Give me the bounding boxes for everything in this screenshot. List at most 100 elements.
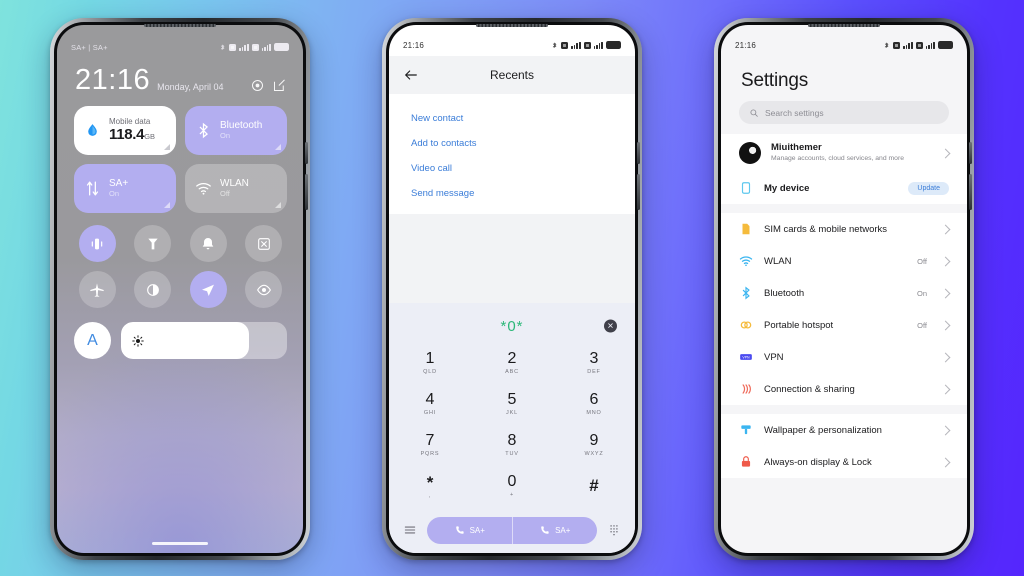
toggle-ringer[interactable]: [189, 225, 227, 262]
lock-icon: [741, 456, 751, 467]
key-1[interactable]: 1 QLD: [389, 343, 471, 384]
key-7[interactable]: 7 PQRS: [389, 425, 471, 466]
volume-button[interactable]: [305, 174, 308, 210]
row-connection-sharing-label: Connection & sharing: [764, 383, 855, 395]
row-my-device-label: My device: [764, 182, 810, 194]
airplane-icon: [90, 282, 104, 297]
row-portable-hotspot[interactable]: Portable hotspot Off: [721, 309, 967, 341]
clock-date: Monday, April 04: [157, 82, 224, 92]
dialpad-panel: *0* ✕ 1 QLD 2 ABC 3 DEF 4 GHI 5 JKL 6 MNO 7 PQR…: [389, 303, 635, 553]
key-8[interactable]: 8 TUV: [471, 425, 553, 466]
account-row[interactable]: Miuithemer Manage accounts, cloud servic…: [721, 134, 967, 172]
device-icon: [741, 182, 751, 194]
tile-expand-corner[interactable]: [164, 202, 170, 208]
tile-wlan[interactable]: WLAN Off: [185, 164, 287, 213]
chevron-right-icon: [940, 352, 951, 362]
tile-data-network[interactable]: SA+ On: [74, 164, 176, 213]
account-name: Miuithemer: [771, 142, 822, 154]
chevron-right-icon: [940, 425, 951, 435]
toggle-vibrate[interactable]: [78, 225, 116, 262]
row-connection-sharing[interactable]: Connection & sharing: [721, 373, 967, 405]
toggle-airplane[interactable]: [78, 271, 116, 308]
search-placeholder: Search settings: [765, 107, 824, 118]
key-9[interactable]: 9 WXYZ: [553, 425, 635, 466]
key-0[interactable]: 0 +: [471, 466, 553, 507]
toggle-screenshot[interactable]: [245, 225, 283, 262]
menu-backdrop[interactable]: [389, 214, 635, 303]
tile-bluetooth-text: Bluetooth On: [220, 120, 262, 140]
toggle-dark-mode[interactable]: [134, 271, 172, 308]
bluetooth-icon: [553, 42, 557, 48]
menu-item-send-message[interactable]: Send message: [389, 181, 635, 206]
avatar: [739, 142, 761, 164]
phone-call-icon: [455, 525, 464, 534]
row-wallpaper[interactable]: Wallpaper & personalization: [721, 414, 967, 446]
clock-time: 21:16: [75, 64, 151, 96]
menu-item-new-contact[interactable]: New contact: [389, 106, 635, 131]
tile-expand-corner[interactable]: [275, 202, 281, 208]
clear-circle-icon[interactable]: ✕: [604, 319, 617, 333]
power-button[interactable]: [969, 142, 972, 164]
key-2[interactable]: 2 ABC: [471, 343, 553, 384]
sim-card-icon: [742, 223, 750, 235]
brightness-slider[interactable]: [121, 322, 287, 359]
tile-expand-corner[interactable]: [275, 144, 281, 150]
phone1-bezel: SA+ | SA+ 21:16 Monday, April 04 Mobile …: [54, 22, 308, 556]
hamburger-icon[interactable]: [403, 523, 417, 537]
bluetooth-icon: [199, 122, 208, 139]
key-6[interactable]: 6 MNO: [553, 384, 635, 425]
account-text: Miuithemer Manage accounts, cloud servic…: [771, 142, 932, 163]
key-0-sub: +: [509, 492, 514, 499]
key-5[interactable]: 5 JKL: [471, 384, 553, 425]
key-4[interactable]: 4 GHI: [389, 384, 471, 425]
key-1-num: 1: [425, 350, 435, 368]
signal1-icon: [571, 41, 581, 49]
row-portable-hotspot-label: Portable hotspot: [764, 319, 834, 331]
row-bluetooth[interactable]: Bluetooth On: [721, 277, 967, 309]
tile-wlan-sub: Off: [220, 188, 230, 198]
row-always-on-display[interactable]: Always-on display & Lock: [721, 446, 967, 478]
key-2-num: 2: [507, 350, 517, 368]
search-input[interactable]: Search settings: [739, 101, 949, 124]
tile-bluetooth[interactable]: Bluetooth On: [185, 106, 287, 155]
phone-dialer: 21:16 Recents New contact Add to contact…: [382, 18, 642, 560]
clock-row: 21:16 Monday, April 04: [57, 58, 303, 95]
auto-brightness-button[interactable]: A: [74, 322, 111, 359]
row-vpn[interactable]: VPN VPN: [721, 341, 967, 373]
key-3[interactable]: 3 DEF: [553, 343, 635, 384]
earpiece-speaker-icon: [476, 24, 548, 27]
brightness-row: A: [57, 308, 303, 359]
menu-item-video-call[interactable]: Video call: [389, 156, 635, 181]
tile-mobile-data-value: 118.4: [109, 125, 145, 143]
row-my-device[interactable]: My device Update: [721, 172, 967, 204]
edit-icon[interactable]: [272, 78, 287, 93]
toggle-reading-mode[interactable]: [245, 271, 283, 308]
dial-input-row[interactable]: *0* ✕: [389, 309, 635, 343]
row-sim-cards[interactable]: SIM cards & mobile networks: [721, 213, 967, 245]
key-hash[interactable]: #: [553, 466, 635, 507]
bluetooth-icon: [742, 286, 750, 300]
settings-gear-icon[interactable]: [250, 78, 265, 93]
volume-button[interactable]: [637, 174, 640, 210]
toggle-flashlight[interactable]: [134, 225, 172, 262]
call-sim1-button[interactable]: SA+: [427, 517, 512, 544]
home-indicator[interactable]: [152, 542, 208, 545]
tile-expand-corner[interactable]: [164, 144, 170, 150]
call-sim2-button[interactable]: SA+: [511, 516, 598, 544]
row-wlan-value: Off: [917, 256, 927, 266]
row-wlan[interactable]: WLAN Off: [721, 245, 967, 277]
key-5-num: 5: [507, 391, 517, 409]
key-9-sub: WXYZ: [584, 451, 604, 458]
tile-mobile-data-title: Mobile data: [109, 116, 151, 126]
volume-button[interactable]: [969, 174, 972, 210]
keypad-grid-icon[interactable]: [607, 523, 621, 537]
update-badge[interactable]: Update: [908, 181, 949, 195]
menu-item-add-to-contacts[interactable]: Add to contacts: [389, 131, 635, 156]
phone-call-icon: [541, 525, 549, 534]
power-button[interactable]: [305, 142, 308, 164]
signal2-icon: [593, 41, 603, 49]
key-star[interactable]: *,: [389, 466, 471, 507]
tile-mobile-data[interactable]: Mobile data 118.4GB: [74, 106, 176, 155]
toggle-location[interactable]: [189, 271, 227, 308]
power-button[interactable]: [637, 142, 640, 164]
